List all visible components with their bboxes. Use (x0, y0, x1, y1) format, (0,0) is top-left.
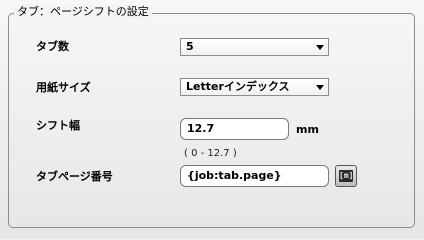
tab-page-shift-settings-panel: タブ：ページシフトの設定 タブ数 5 用紙サイズ Letterインデックス シフ… (0, 0, 424, 239)
tab-count-value: 5 (186, 40, 194, 53)
tab-page-number-input[interactable]: {job:tab.page} (180, 165, 329, 187)
chevron-down-icon[interactable] (314, 80, 326, 94)
paper-size-label: 用紙サイズ (36, 81, 91, 94)
tab-count-select[interactable]: 5 (180, 38, 329, 56)
shift-width-input[interactable]: 12.7 (180, 118, 289, 140)
insert-variable-button[interactable]: [m] (335, 165, 357, 187)
chevron-down-icon[interactable] (314, 40, 326, 54)
insert-variable-icon: [m] (339, 170, 354, 182)
tab-page-number-label: タブページ番号 (36, 170, 113, 183)
shift-width-range: ( 0 - 12.7 ) (184, 148, 237, 159)
shift-width-value: 12.7 (187, 122, 215, 135)
paper-size-value: Letterインデックス (186, 80, 290, 93)
paper-size-select[interactable]: Letterインデックス (180, 78, 329, 96)
groupbox-title: タブ：ページシフトの設定 (14, 5, 152, 19)
tab-count-label: タブ数 (36, 40, 69, 53)
shift-width-label: シフト幅 (36, 119, 80, 132)
shift-width-unit: mm (296, 123, 319, 136)
tab-page-number-value: {job:tab.page} (187, 169, 282, 182)
